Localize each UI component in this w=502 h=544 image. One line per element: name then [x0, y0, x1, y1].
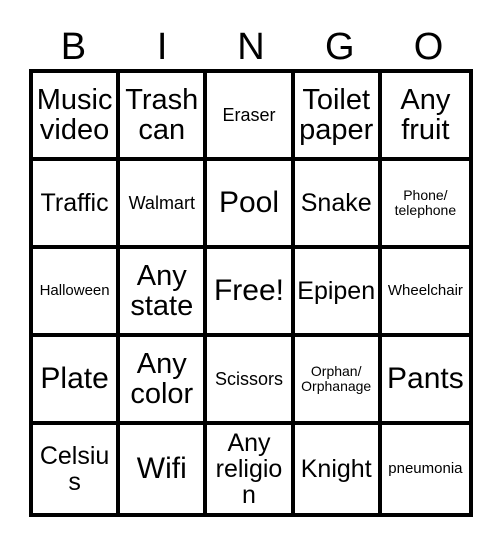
bingo-cell-label: Music video — [36, 83, 113, 146]
bingo-cell-label: Any fruit — [400, 83, 451, 146]
bingo-card: B I N G O Music video Trash can Eraser Toil… — [0, 0, 502, 544]
bingo-cell-label: Pants — [387, 362, 464, 396]
bingo-cell[interactable]: Snake — [294, 161, 382, 249]
bingo-cell[interactable]: Wheelchair — [381, 249, 469, 337]
bingo-cell-label: Plate — [40, 362, 109, 396]
bingo-header-row: B I N G O — [29, 16, 473, 66]
bingo-cell-label: Walmart — [128, 192, 195, 213]
bingo-cell[interactable]: pneumonia — [381, 425, 469, 513]
header-letter-b: B — [60, 26, 87, 68]
bingo-cell-label: Any religion — [215, 429, 283, 509]
bingo-cell-label: Any color — [130, 347, 194, 410]
bingo-cell[interactable]: Knight — [294, 425, 382, 513]
bingo-cell-label: Wheelchair — [387, 282, 463, 300]
bingo-cell-label: Pool — [218, 186, 280, 220]
header-letter-o: O — [413, 26, 444, 68]
bingo-cell[interactable]: Wifi — [120, 425, 208, 513]
bingo-cell[interactable]: Traffic — [33, 161, 121, 249]
bingo-cell-label: Celsius — [39, 442, 110, 496]
bingo-free-space[interactable]: Free! — [207, 249, 295, 337]
bingo-cell[interactable]: Pants — [381, 337, 469, 425]
bingo-cell[interactable]: Trash can — [120, 73, 208, 161]
bingo-cell-label: Epipen — [297, 277, 376, 305]
header-letter-n: N — [237, 26, 265, 68]
bingo-cell[interactable]: Pool — [207, 161, 295, 249]
bingo-cell-label: Halloween — [39, 282, 110, 300]
bingo-cell-label: pneumonia — [388, 460, 463, 478]
bingo-cell-label: Any state — [130, 259, 194, 322]
bingo-cell[interactable]: Epipen — [294, 249, 382, 337]
bingo-cell[interactable]: Toilet paper — [294, 73, 382, 161]
header-letter-i: I — [156, 26, 168, 68]
bingo-cell-label: Knight — [300, 455, 372, 483]
bingo-cell[interactable]: Eraser — [207, 73, 295, 161]
bingo-cell[interactable]: Scissors — [207, 337, 295, 425]
bingo-cell-label: Eraser — [222, 104, 276, 125]
bingo-cell[interactable]: Phone/ telephone — [381, 161, 469, 249]
bingo-cell-label: Free! — [213, 274, 284, 308]
header-letter-g: G — [325, 26, 355, 68]
bingo-grid: Music video Trash can Eraser Toilet paper An… — [29, 69, 473, 517]
bingo-cell[interactable]: Plate — [33, 337, 121, 425]
bingo-cell[interactable]: Music video — [33, 73, 121, 161]
bingo-cell-label: Trash can — [125, 83, 199, 146]
bingo-cell[interactable]: Any state — [120, 249, 208, 337]
bingo-cell-label: Orphan/ Orphanage — [301, 363, 372, 394]
bingo-cell[interactable]: Any religion — [207, 425, 295, 513]
bingo-cell-label: Wifi — [136, 452, 187, 486]
bingo-cell[interactable]: Any fruit — [381, 73, 469, 161]
bingo-cell-label: Toilet paper — [299, 83, 374, 146]
bingo-cell-label: Phone/ telephone — [394, 187, 457, 218]
bingo-cell-label: Snake — [300, 189, 372, 217]
bingo-cell[interactable]: Any color — [120, 337, 208, 425]
bingo-cell[interactable]: Celsius — [33, 425, 121, 513]
bingo-cell[interactable]: Walmart — [120, 161, 208, 249]
bingo-cell-label: Scissors — [214, 368, 283, 389]
bingo-cell[interactable]: Halloween — [33, 249, 121, 337]
bingo-cell[interactable]: Orphan/ Orphanage — [294, 337, 382, 425]
bingo-cell-label: Traffic — [40, 189, 109, 217]
